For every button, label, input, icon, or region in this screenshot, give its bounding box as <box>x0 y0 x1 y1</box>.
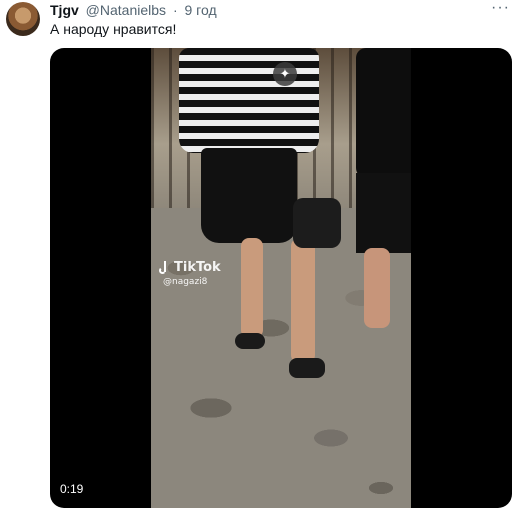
avatar[interactable] <box>6 2 40 36</box>
more-options-icon[interactable]: ··· <box>491 0 510 16</box>
video-scene-person-right <box>356 48 411 348</box>
tiktok-logo-icon <box>159 260 171 275</box>
video-duration: 0:19 <box>60 482 84 496</box>
tiktok-watermark: TikTok @nagazi8 <box>159 260 221 287</box>
tweet-text: А народу нравится! <box>50 21 177 37</box>
video-player[interactable]: ✦ TikTok @nagazi8 0:19 <box>50 48 512 508</box>
watermark-brand: TikTok <box>174 260 221 275</box>
tweet-header: Tjgv @Natanielbs · 9 год <box>50 2 484 18</box>
video-frame: ✦ TikTok @nagazi8 <box>151 48 411 508</box>
user-handle[interactable]: @Natanielbs <box>86 2 166 18</box>
video-scene-bag <box>293 198 341 248</box>
display-name[interactable]: Tjgv <box>50 2 79 18</box>
tweet-time[interactable]: 9 год <box>185 2 217 18</box>
separator-dot: · <box>172 2 178 18</box>
sparkle-icon: ✦ <box>273 62 297 86</box>
watermark-user: @nagazi8 <box>163 277 208 287</box>
